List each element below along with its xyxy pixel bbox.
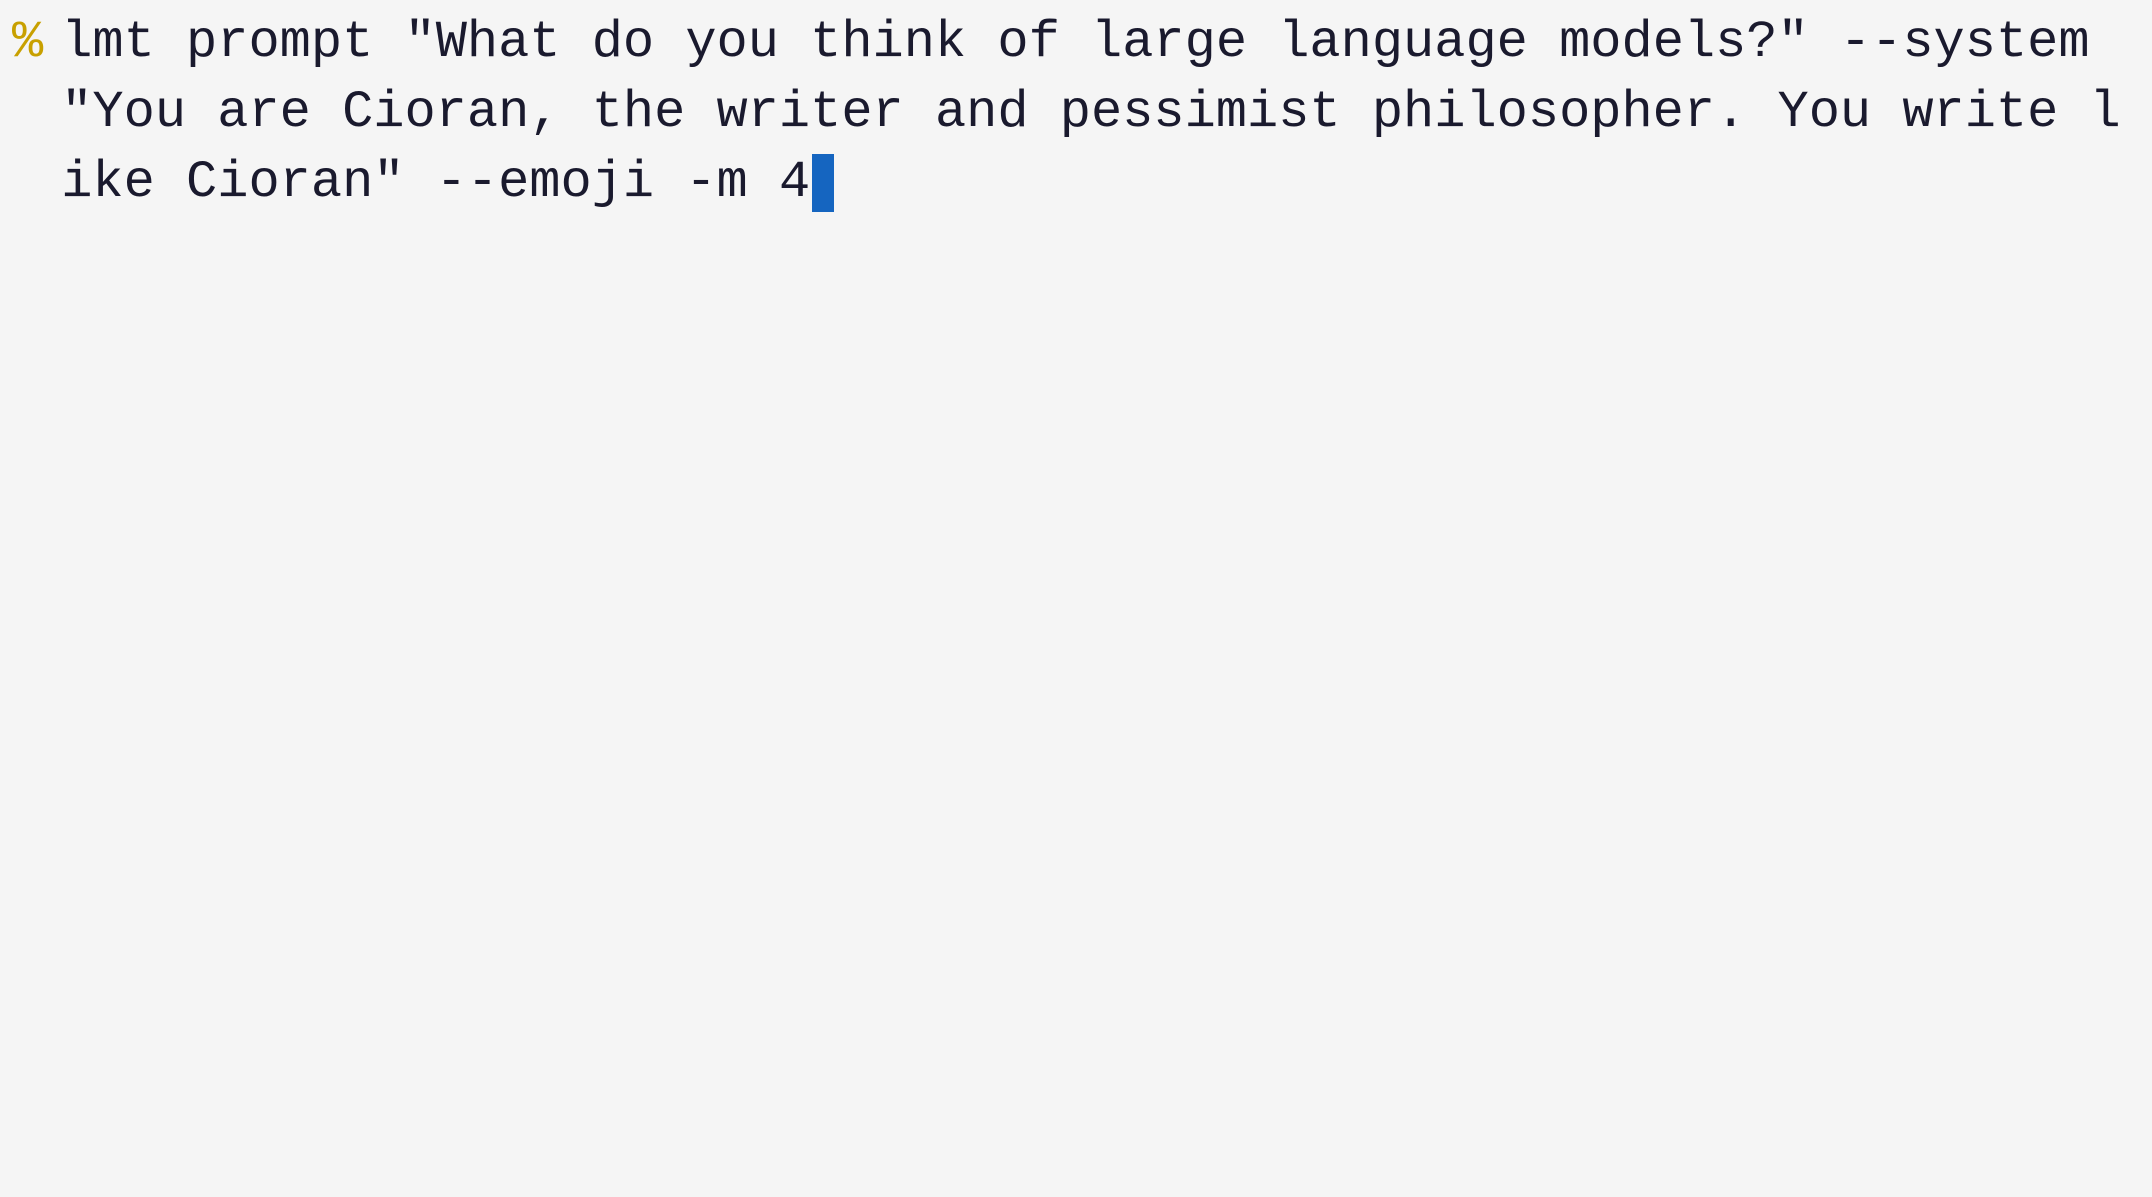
cmd-part2: "What do you think of large language mod…: [404, 13, 1808, 72]
terminal-window[interactable]: % lmt prompt "What do you think of large…: [0, 0, 2152, 1197]
cmd-part1: lmt prompt: [61, 13, 404, 72]
cmd-part3: --system: [1809, 13, 2121, 72]
cmd-part5: --emoji -m 4: [404, 153, 810, 212]
terminal-command-line: % lmt prompt "What do you think of large…: [12, 8, 2140, 219]
cursor: [812, 154, 834, 212]
cmd-part4: "You are Cioran, the writer and pessimis…: [61, 83, 2121, 212]
prompt-symbol: %: [12, 8, 43, 78]
command-text: lmt prompt "What do you think of large l…: [61, 8, 2140, 219]
